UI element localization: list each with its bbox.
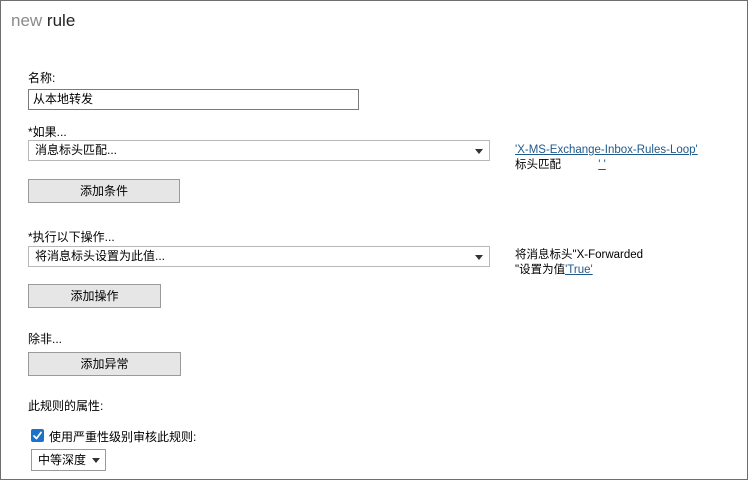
chevron-down-icon: [92, 458, 100, 463]
title-main: rule: [46, 11, 76, 30]
name-input[interactable]: 从本地转发: [28, 89, 359, 110]
condition-summary: 'X-MS-Exchange-Inbox-Rules-Loop': [515, 143, 698, 157]
action-value-link[interactable]: 'True': [565, 264, 593, 276]
condition-select-value: 消息标头匹配...: [35, 143, 118, 157]
new-rule-dialog: new rule 名称: 从本地转发 *如果... 消息标头匹配... 添加条件…: [0, 0, 748, 480]
exception-label: 除非...: [28, 332, 63, 346]
action-set-value-text: "设置为值: [515, 264, 566, 276]
condition-match-text: 标头匹配: [515, 159, 561, 171]
condition-value-link[interactable]: ' ': [598, 159, 606, 171]
page-title: new rule: [11, 10, 75, 32]
severity-select[interactable]: 中等深度: [31, 449, 106, 471]
condition-select[interactable]: 消息标头匹配...: [28, 140, 490, 161]
checkmark-icon: [33, 431, 42, 440]
name-label: 名称:: [28, 71, 56, 85]
action-label: *执行以下操作...: [28, 230, 115, 244]
properties-label: 此规则的属性:: [28, 399, 104, 413]
condition-summary-match: 标头匹配 ' ': [515, 158, 606, 172]
audit-checkbox-label: 使用严重性级别审核此规则:: [49, 430, 197, 444]
condition-label: *如果...: [28, 125, 67, 139]
action-select-value: 将消息标头设置为此值...: [35, 249, 166, 263]
chevron-down-icon: [475, 255, 483, 260]
action-summary-line2: "设置为值'True': [515, 263, 593, 277]
add-action-button[interactable]: 添加操作: [28, 284, 161, 308]
audit-checkbox[interactable]: [31, 429, 44, 442]
severity-select-value: 中等深度: [38, 453, 87, 467]
condition-header-link[interactable]: 'X-MS-Exchange-Inbox-Rules-Loop': [515, 144, 698, 156]
title-prefix: new: [11, 11, 43, 30]
add-exception-button[interactable]: 添加异常: [28, 352, 181, 376]
chevron-down-icon: [475, 149, 483, 154]
action-select[interactable]: 将消息标头设置为此值...: [28, 246, 490, 267]
action-summary-line1: 将消息标头"X-Forwarded: [515, 249, 644, 261]
add-condition-button[interactable]: 添加条件: [28, 179, 180, 203]
